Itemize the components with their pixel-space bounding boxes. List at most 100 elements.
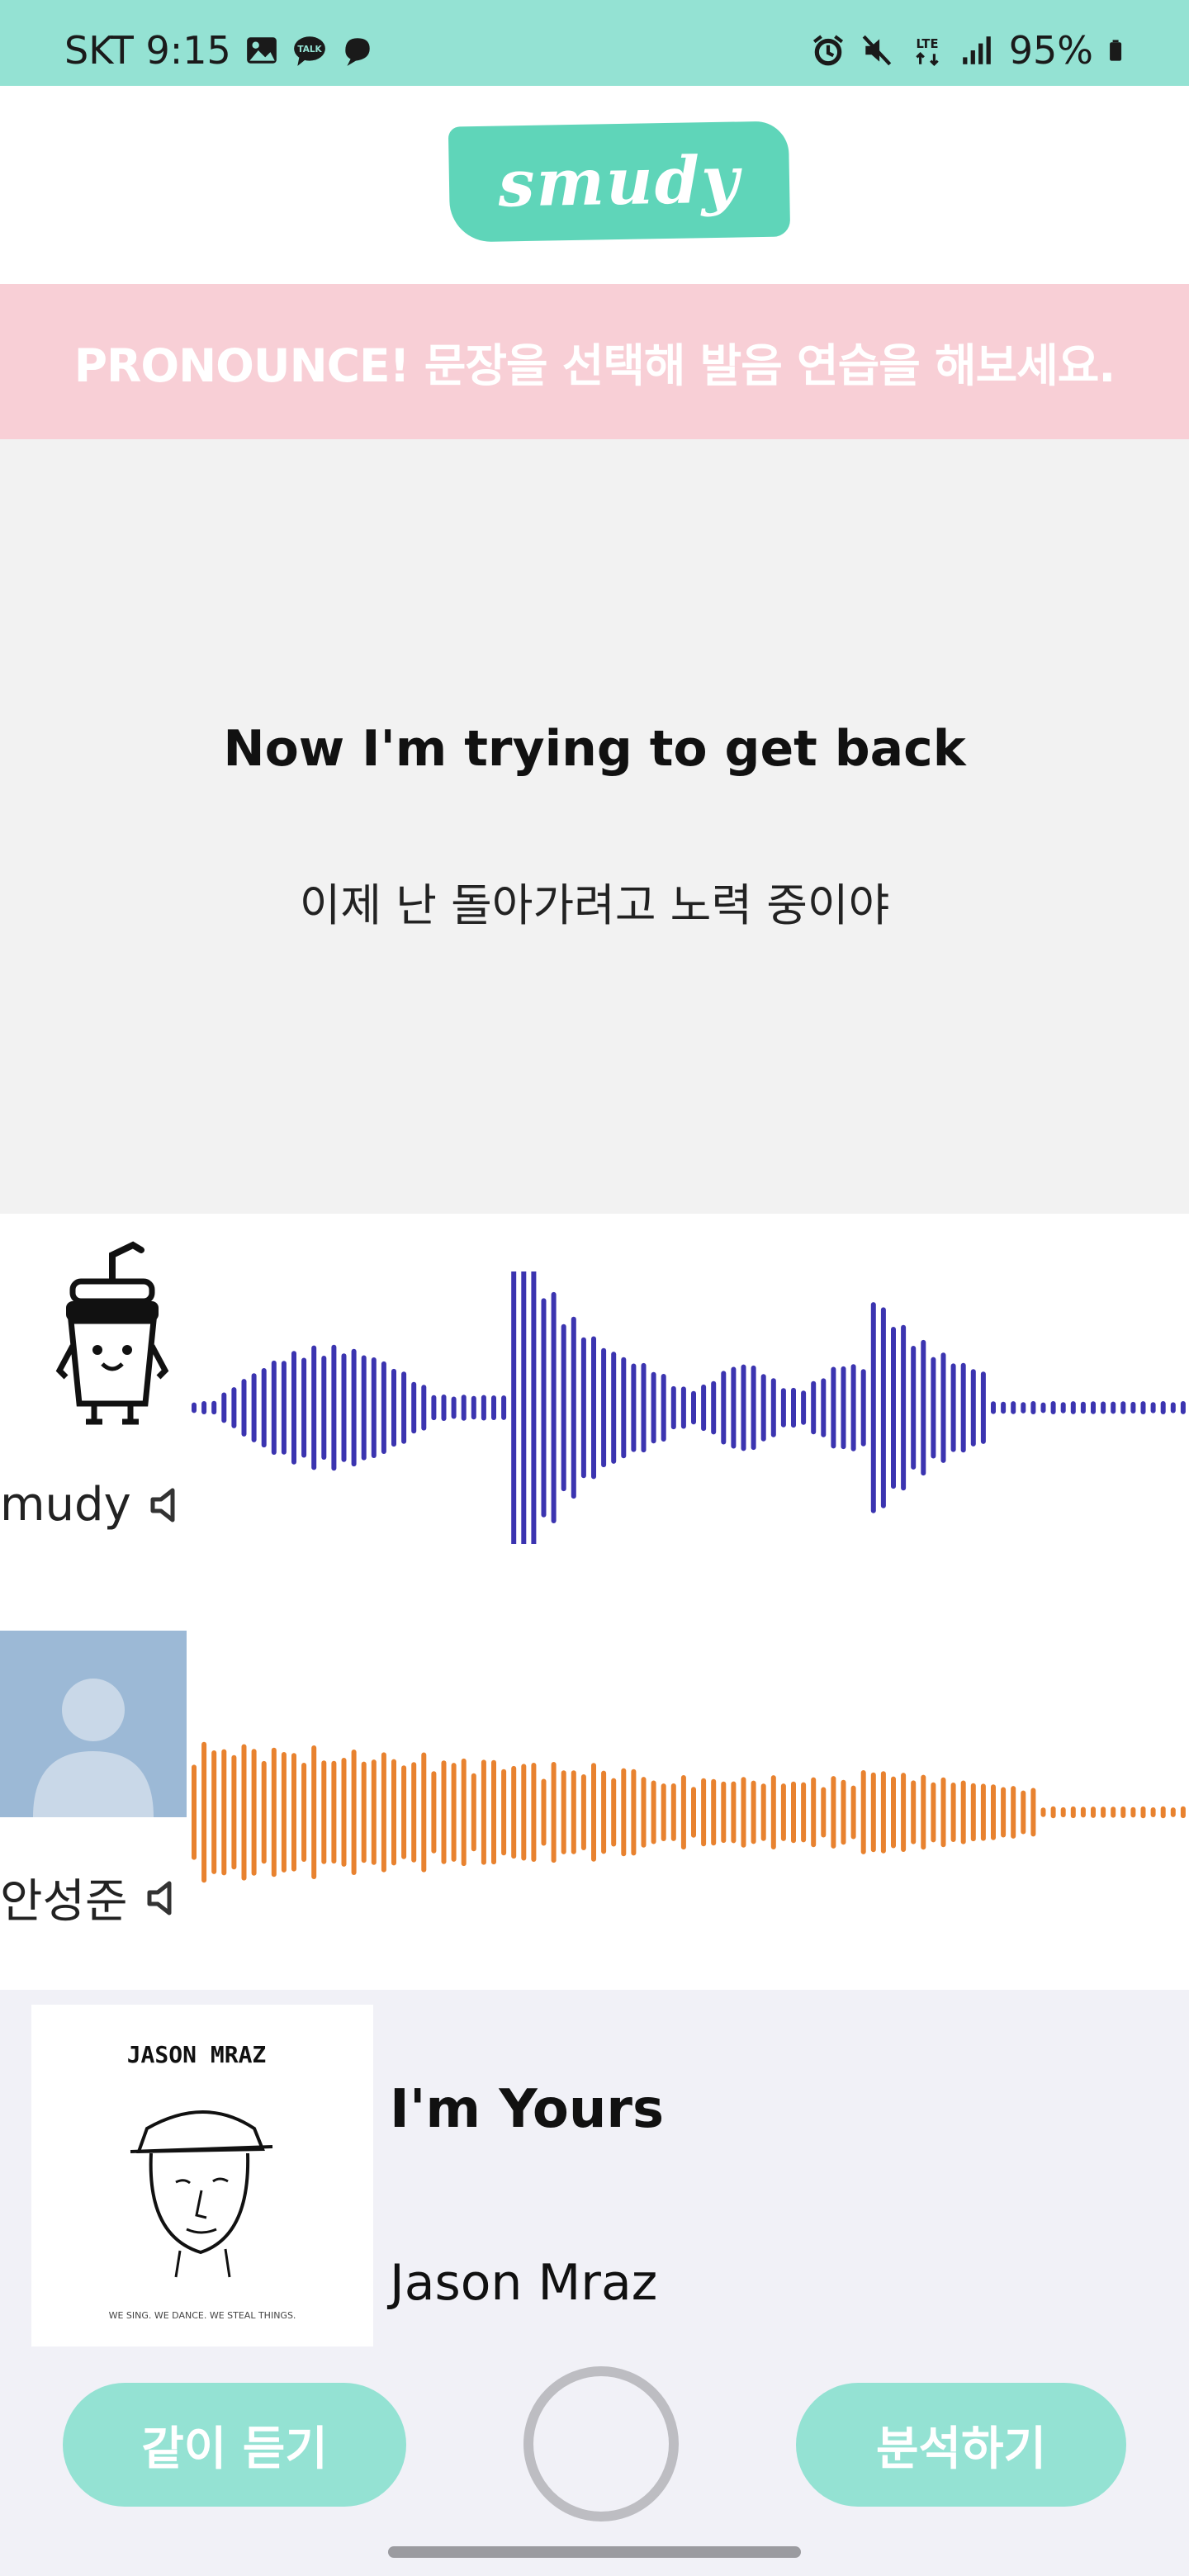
waveform-bar — [341, 1353, 347, 1462]
waveform-bar — [791, 1387, 796, 1428]
waveform-bar — [891, 1327, 896, 1489]
waveform-bar — [601, 1347, 607, 1468]
instruction-banner: PRONOUNCE! 문장을 선택해 발음 연습을 해보세요. — [0, 284, 1189, 439]
waveform-bar — [980, 1783, 986, 1841]
waveform-bar — [791, 1781, 796, 1844]
waveform-bar — [431, 1395, 437, 1421]
waveform-bar — [501, 1395, 507, 1420]
status-right: LTE 95% — [811, 28, 1131, 73]
waveform-bar — [1140, 1806, 1146, 1819]
waveform-bar — [251, 1373, 257, 1442]
waveform-bar — [1050, 1401, 1056, 1414]
waveform-bar — [780, 1783, 786, 1841]
waveform-bar — [780, 1388, 786, 1428]
waveform-bar — [651, 1371, 656, 1444]
waveform-bar — [1040, 1402, 1046, 1413]
record-button-icon[interactable] — [523, 2366, 679, 2522]
waveform-bar — [1080, 1401, 1086, 1414]
speaker-icon[interactable] — [148, 1487, 179, 1523]
waveform-bar — [691, 1390, 696, 1425]
waveform-bar — [1011, 1401, 1016, 1414]
waveform-bar — [1021, 1790, 1026, 1835]
waveform-bar — [751, 1365, 756, 1451]
waveform-bar — [831, 1366, 836, 1449]
waveform-bar — [631, 1363, 637, 1452]
home-indicator[interactable] — [388, 2546, 801, 2558]
sentence-panel[interactable]: Now I'm trying to get back 이제 난 돌아가려고 노력… — [0, 439, 1189, 1214]
waveform-bar — [1160, 1401, 1166, 1414]
waveform-bar — [1070, 1401, 1076, 1414]
waveform-bar — [1001, 1787, 1007, 1838]
waveform-bar — [760, 1783, 766, 1841]
sentence-korean: 이제 난 돌아가려고 노력 중이야 — [299, 879, 890, 931]
waveform-bar — [921, 1339, 926, 1476]
waveform-bar — [821, 1787, 827, 1838]
waveform-bar — [491, 1759, 496, 1865]
waveform-bar — [1091, 1807, 1096, 1818]
waveform-bar — [811, 1380, 817, 1435]
recording-label-mudy[interactable]: mudy — [0, 1478, 179, 1532]
waveform-bar — [431, 1771, 437, 1854]
waveform-bar — [1070, 1806, 1076, 1819]
waveform-bar — [991, 1784, 996, 1840]
speaker-icon[interactable] — [144, 1880, 176, 1916]
recording-label-user[interactable]: 안성준 — [0, 1864, 176, 1931]
waveform-bar — [251, 1749, 257, 1876]
waveform-section: mudy 안성준 — [0, 1214, 1189, 1990]
waveform-bar — [401, 1371, 407, 1444]
sentence-english: Now I'm trying to get back — [223, 720, 966, 778]
recording-name: mudy — [0, 1478, 131, 1532]
waveform-bar — [441, 1395, 447, 1421]
recording-name: 안성준 — [0, 1875, 128, 1929]
waveform-bar — [980, 1371, 986, 1444]
analyze-button[interactable]: 분석하기 — [796, 2383, 1126, 2507]
waveform-bar — [591, 1336, 596, 1480]
waveform-bar — [1011, 1786, 1016, 1839]
waveform-bar — [731, 1366, 737, 1449]
waveform-bar — [201, 1741, 207, 1883]
waveform-bar — [880, 1771, 886, 1854]
waveform-bar — [680, 1775, 686, 1850]
waveform-bar — [571, 1770, 576, 1854]
waveform-bar — [221, 1392, 227, 1423]
waveform-bar — [381, 1361, 386, 1454]
battery-text: 95% — [1008, 28, 1093, 73]
waveform-bar — [801, 1782, 807, 1843]
waveform-bar — [950, 1363, 956, 1452]
waveform-bar — [1120, 1807, 1126, 1818]
waveform-bar — [670, 1783, 676, 1841]
chat-icon — [345, 38, 370, 66]
waveform-user — [192, 1741, 1186, 1883]
waveform-bar — [361, 1761, 367, 1863]
logo-text: smudy — [497, 141, 741, 222]
waveform-bar — [451, 1763, 457, 1862]
svg-text:JASON MRAZ: JASON MRAZ — [127, 2041, 267, 2068]
waveform-bar — [421, 1385, 427, 1431]
waveform-bar — [1111, 1807, 1116, 1818]
waveform-bar — [351, 1348, 357, 1467]
waveform-bar — [341, 1758, 347, 1867]
waveform-bar — [351, 1750, 357, 1875]
waveform-bar — [661, 1374, 666, 1442]
waveform-bar — [770, 1378, 776, 1437]
signal-icon — [962, 36, 991, 64]
waveform-bar — [901, 1773, 907, 1852]
waveform-bar — [691, 1787, 696, 1838]
waveform-bar — [1160, 1806, 1166, 1819]
waveform-bar — [261, 1760, 267, 1864]
waveform-bar — [960, 1362, 966, 1453]
album-art: JASON MRAZ WE SING. WE DANCE. WE STEAL T… — [31, 2005, 373, 2346]
battery-icon — [1110, 40, 1122, 61]
waveform-bar — [631, 1769, 637, 1856]
waveform-bar — [641, 1362, 647, 1453]
waveform-bar — [391, 1759, 396, 1866]
waveform-bar — [311, 1345, 317, 1470]
waveform-bar — [850, 1785, 856, 1840]
listen-together-button[interactable]: 같이 듣기 — [63, 2383, 406, 2507]
waveform-bar — [621, 1768, 627, 1857]
waveform-bar — [331, 1344, 337, 1471]
status-bar: SKT 9:15 TALK LTE 95% — [0, 0, 1189, 86]
waveform-bar — [261, 1368, 267, 1448]
waveform-bar — [970, 1783, 976, 1842]
waveform-bar — [940, 1777, 946, 1848]
